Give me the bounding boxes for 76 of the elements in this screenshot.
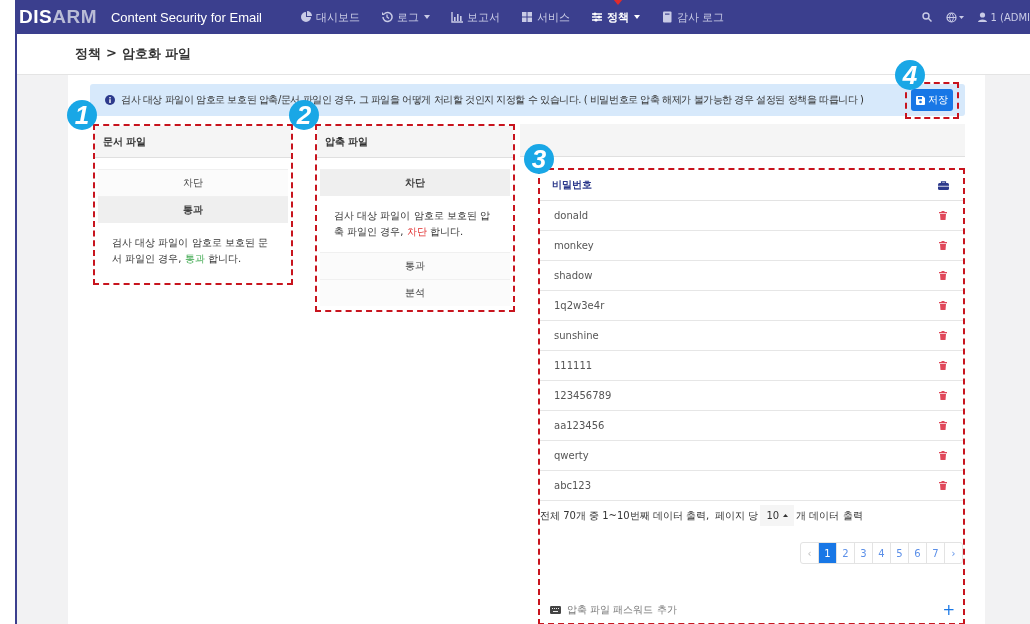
breadcrumb-link[interactable]: 정책 xyxy=(75,45,101,63)
page-size-select[interactable]: 10 xyxy=(760,505,795,526)
policy-option[interactable]: 통과 xyxy=(98,196,288,223)
logo-text: ARM xyxy=(52,6,97,28)
policy-option[interactable]: 차단 xyxy=(98,169,288,196)
callout-number: 4 xyxy=(895,60,925,90)
book-icon xyxy=(661,11,673,23)
policy-description: 검사 대상 파일이 암호로 보호된 문서 파일인 경우, 통과 합니다. xyxy=(111,236,269,266)
toolbox-icon xyxy=(938,180,949,190)
add-button[interactable]: + xyxy=(942,603,955,617)
nav-menu-item[interactable]: 서비스 xyxy=(521,9,570,25)
table-cell: 111111 xyxy=(554,360,593,371)
summary-text: 개 데이터 출력 xyxy=(796,508,863,523)
chart-icon xyxy=(451,11,463,23)
sliders-icon xyxy=(591,11,603,23)
pointer-icon xyxy=(613,0,623,5)
nav-menu-item[interactable]: 정책 xyxy=(591,9,640,25)
pagination-page[interactable]: 6 xyxy=(908,543,926,563)
table-cell: monkey xyxy=(554,240,594,251)
keyboard-icon xyxy=(550,606,561,614)
trash-icon xyxy=(939,211,947,220)
pagination-page[interactable]: 3 xyxy=(854,543,872,563)
pagination-next[interactable]: › xyxy=(944,543,962,563)
column-header: 비밀번호 xyxy=(552,178,592,192)
nav-menu-item[interactable]: 로그 xyxy=(381,9,430,25)
trash-icon xyxy=(939,271,947,280)
trash-icon xyxy=(939,391,947,400)
pagination-page[interactable]: 2 xyxy=(836,543,854,563)
pie-chart-icon xyxy=(300,11,312,23)
card-title: 압축 파일 xyxy=(317,126,513,158)
callout-number: 3 xyxy=(524,144,554,174)
table-cell: qwerty xyxy=(554,450,589,461)
trash-icon xyxy=(939,451,947,460)
policy-option[interactable]: 통과 xyxy=(320,252,510,279)
trash-icon xyxy=(939,421,947,430)
logo-text: DIS xyxy=(19,6,53,28)
nav-menu-item[interactable]: 대시보드 xyxy=(300,9,360,25)
trash-icon xyxy=(939,301,947,310)
policy-option[interactable]: 차단 xyxy=(320,169,510,196)
nav-menu-item[interactable]: 감사 로그 xyxy=(661,9,725,25)
search-icon xyxy=(922,12,933,22)
nav-menu-item[interactable]: 보고서 xyxy=(451,9,500,25)
summary-text: 전체 70개 중 1~10번째 데이터 출력, xyxy=(540,508,710,523)
table-cell: abc123 xyxy=(554,480,592,491)
table-cell: sunshine xyxy=(554,330,599,341)
breadcrumb-separator: > xyxy=(106,45,117,62)
trash-icon xyxy=(939,241,947,250)
save-button[interactable]: 저장 xyxy=(911,89,953,111)
callout-number: 1 xyxy=(67,100,97,130)
pagination-page[interactable]: 1 xyxy=(818,543,836,563)
globe-icon xyxy=(946,11,965,23)
pagination-page[interactable]: 7 xyxy=(926,543,944,563)
pagination-page[interactable]: 4 xyxy=(872,543,890,563)
save-icon xyxy=(916,95,925,105)
info-icon xyxy=(105,95,115,105)
caret-icon xyxy=(783,514,789,517)
user-icon xyxy=(978,12,988,22)
table-cell: aa123456 xyxy=(554,420,605,431)
history-icon xyxy=(381,11,393,23)
card-title: 문서 파일 xyxy=(95,126,291,158)
grid-icon xyxy=(521,11,533,23)
table-cell: shadow xyxy=(554,270,593,281)
table-cell: donald xyxy=(554,210,589,221)
summary-text: 페이지 당 xyxy=(715,508,759,523)
add-password-label: 압축 파일 패스워드 추가 xyxy=(567,603,677,617)
user-name[interactable]: 1 (ADMI xyxy=(990,11,1030,23)
breadcrumb-current: 암호화 파일 xyxy=(121,45,192,63)
product-name: Content Security for Email xyxy=(110,9,262,25)
policy-description: 검사 대상 파일이 암호로 보호된 압축 파일인 경우, 차단 합니다. xyxy=(333,209,491,239)
table-cell: 123456789 xyxy=(554,390,612,401)
trash-icon xyxy=(939,331,947,340)
trash-icon xyxy=(939,361,947,370)
policy-option[interactable]: 분석 xyxy=(320,279,510,306)
pagination-page[interactable]: 5 xyxy=(890,543,908,563)
table-cell: 1q2w3e4r xyxy=(554,300,605,311)
trash-icon xyxy=(939,481,947,490)
